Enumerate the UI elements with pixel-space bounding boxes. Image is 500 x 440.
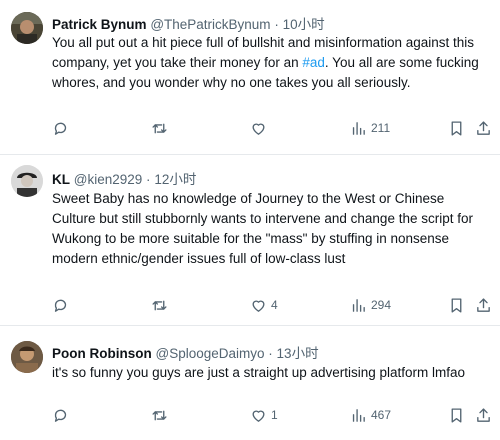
bookmark-icon	[451, 120, 462, 136]
tweet-text-part: it's so funny you guys are just a straig…	[52, 365, 466, 380]
handle[interactable]: @ThePatrickBynum	[150, 17, 270, 32]
tweet-text: Sweet Baby has no knowledge of Journey t…	[52, 189, 488, 269]
tweet-header: Patrick Bynum @ThePatrickBynum · 10小时	[52, 13, 325, 33]
like-count: 4	[271, 298, 278, 312]
share-icon	[477, 120, 490, 135]
tweet[interactable]: Patrick Bynum @ThePatrickBynum · 10小时 Yo…	[0, 0, 500, 155]
action-bar: 4 294	[52, 295, 492, 315]
tweet[interactable]: Poon Robinson @SploogeDaimyo · 13小时 it's…	[0, 326, 500, 440]
reply-icon	[54, 409, 67, 422]
views-button[interactable]: 294	[350, 295, 391, 315]
retweet-icon	[152, 300, 167, 310]
handle[interactable]: @SploogeDaimyo	[156, 346, 265, 361]
tweet-feed: Patrick Bynum @ThePatrickBynum · 10小时 Yo…	[0, 0, 500, 440]
avatar[interactable]	[11, 165, 43, 197]
share-button[interactable]	[475, 405, 492, 425]
heart-icon	[252, 410, 265, 422]
avatar[interactable]	[11, 12, 43, 44]
avatar[interactable]	[11, 341, 43, 373]
timestamp[interactable]: 13小时	[277, 346, 319, 361]
share-icon	[477, 407, 490, 422]
views-button[interactable]: 211	[350, 118, 390, 138]
bookmark-icon	[451, 407, 462, 423]
retweet-button[interactable]	[151, 118, 172, 138]
reply-icon	[54, 122, 67, 135]
timestamp[interactable]: 12小时	[154, 172, 196, 187]
share-button[interactable]	[475, 118, 492, 138]
share-button[interactable]	[475, 295, 492, 315]
reply-button[interactable]	[52, 295, 73, 315]
like-button[interactable]	[250, 118, 271, 138]
views-icon	[352, 408, 365, 422]
display-name[interactable]: Poon Robinson	[52, 346, 152, 361]
tweet-text-part: Sweet Baby has no knowledge of Journey t…	[52, 191, 473, 266]
reply-button[interactable]	[52, 405, 73, 425]
retweet-icon	[152, 410, 167, 420]
tweet[interactable]: KL @kien2929 · 12小时 Sweet Baby has no kn…	[0, 155, 500, 326]
tweet-text: You all put out a hit piece full of bull…	[52, 33, 492, 93]
like-count: 1	[271, 408, 278, 422]
reply-icon	[54, 299, 67, 312]
bookmark-button[interactable]	[448, 295, 465, 315]
views-button[interactable]: 467	[350, 405, 391, 425]
action-bar: 211	[52, 118, 492, 138]
display-name[interactable]: KL	[52, 172, 70, 187]
views-icon	[352, 121, 365, 135]
bookmark-button[interactable]	[448, 405, 465, 425]
views-count: 467	[371, 408, 392, 422]
heart-icon	[252, 123, 265, 135]
separator: ·	[146, 172, 151, 187]
retweet-button[interactable]	[151, 405, 172, 425]
tweet-text: it's so funny you guys are just a straig…	[52, 363, 492, 383]
separator: ·	[268, 346, 273, 361]
separator: ·	[274, 17, 279, 32]
reply-button[interactable]	[52, 118, 73, 138]
hashtag-link[interactable]: #ad	[302, 55, 325, 70]
tweet-header: Poon Robinson @SploogeDaimyo · 13小时	[52, 342, 319, 362]
bookmark-button[interactable]	[448, 118, 465, 138]
timestamp[interactable]: 10小时	[283, 17, 325, 32]
heart-icon	[252, 300, 265, 312]
display-name[interactable]: Patrick Bynum	[52, 17, 147, 32]
views-count: 211	[371, 121, 391, 135]
views-icon	[352, 298, 365, 312]
handle[interactable]: @kien2929	[74, 172, 143, 187]
retweet-button[interactable]	[151, 295, 172, 315]
tweet-header: KL @kien2929 · 12小时	[52, 168, 196, 188]
action-bar: 1 467	[52, 405, 492, 425]
share-icon	[477, 297, 490, 312]
retweet-icon	[152, 123, 167, 133]
bookmark-icon	[451, 297, 462, 313]
like-button[interactable]: 1	[250, 405, 278, 425]
views-count: 294	[371, 298, 392, 312]
like-button[interactable]: 4	[250, 295, 278, 315]
